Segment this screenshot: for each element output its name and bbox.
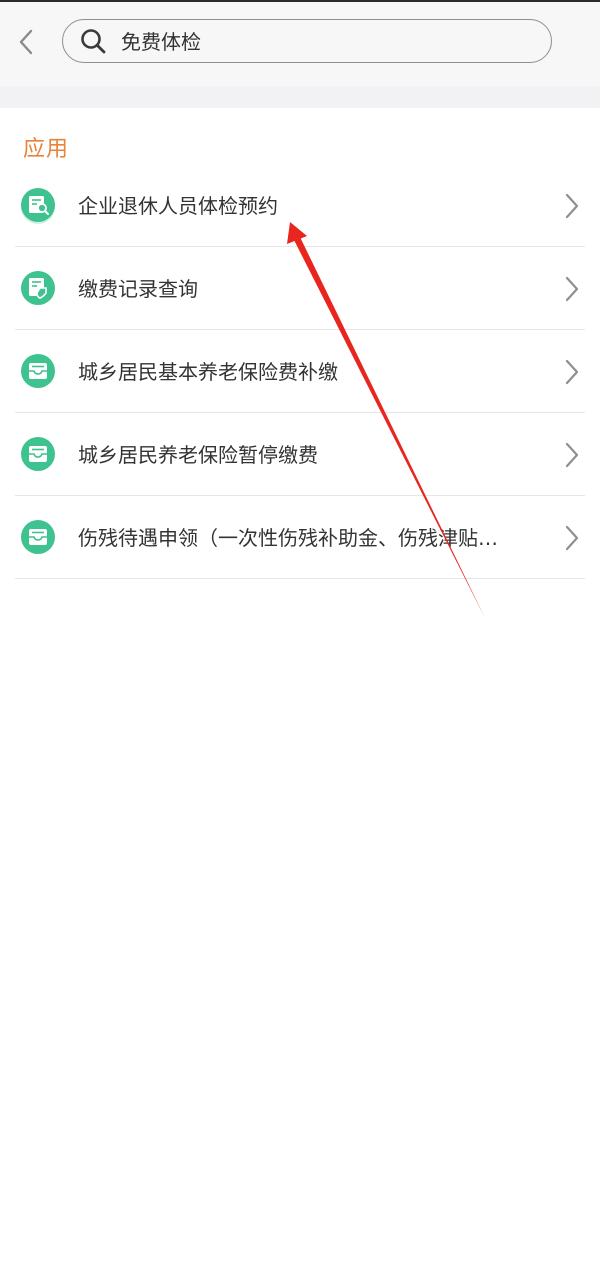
chevron-right-icon (565, 359, 579, 385)
inbox-icon (21, 437, 55, 471)
list-item[interactable]: 企业退休人员体检预约 (15, 164, 585, 247)
results-list: 企业退休人员体检预约 缴费记录查询 城乡居民基本养老保险费补缴 城乡居民养老保险… (15, 164, 585, 579)
list-item-label: 城乡居民养老保险暂停缴费 (78, 443, 318, 467)
chevron-right-icon (565, 276, 579, 302)
document-shield-icon (21, 271, 55, 305)
search-input[interactable] (121, 20, 531, 61)
search-header (0, 2, 600, 86)
inbox-icon (21, 520, 55, 554)
list-item[interactable]: 城乡居民养老保险暂停缴费 (15, 413, 585, 496)
list-item[interactable]: 缴费记录查询 (15, 247, 585, 330)
list-item[interactable]: 伤残待遇申领（一次性伤残补助金、伤残津贴… (15, 496, 585, 579)
section-title: 应用 (23, 137, 70, 162)
list-item[interactable]: 城乡居民基本养老保险费补缴 (15, 330, 585, 413)
search-box[interactable] (62, 19, 552, 63)
search-icon (81, 29, 106, 54)
list-item-label: 企业退休人员体检预约 (78, 194, 278, 218)
list-item-label: 缴费记录查询 (78, 277, 198, 301)
inbox-icon (21, 354, 55, 388)
back-button[interactable] (8, 22, 44, 62)
chevron-right-icon (565, 442, 579, 468)
chevron-right-icon (565, 193, 579, 219)
chevron-left-icon (19, 29, 33, 55)
list-item-label: 城乡居民基本养老保险费补缴 (78, 360, 338, 384)
section-divider (0, 86, 600, 108)
list-item-label: 伤残待遇申领（一次性伤残补助金、伤残津贴… (78, 526, 498, 550)
chevron-right-icon (565, 525, 579, 551)
document-search-icon (21, 188, 55, 224)
